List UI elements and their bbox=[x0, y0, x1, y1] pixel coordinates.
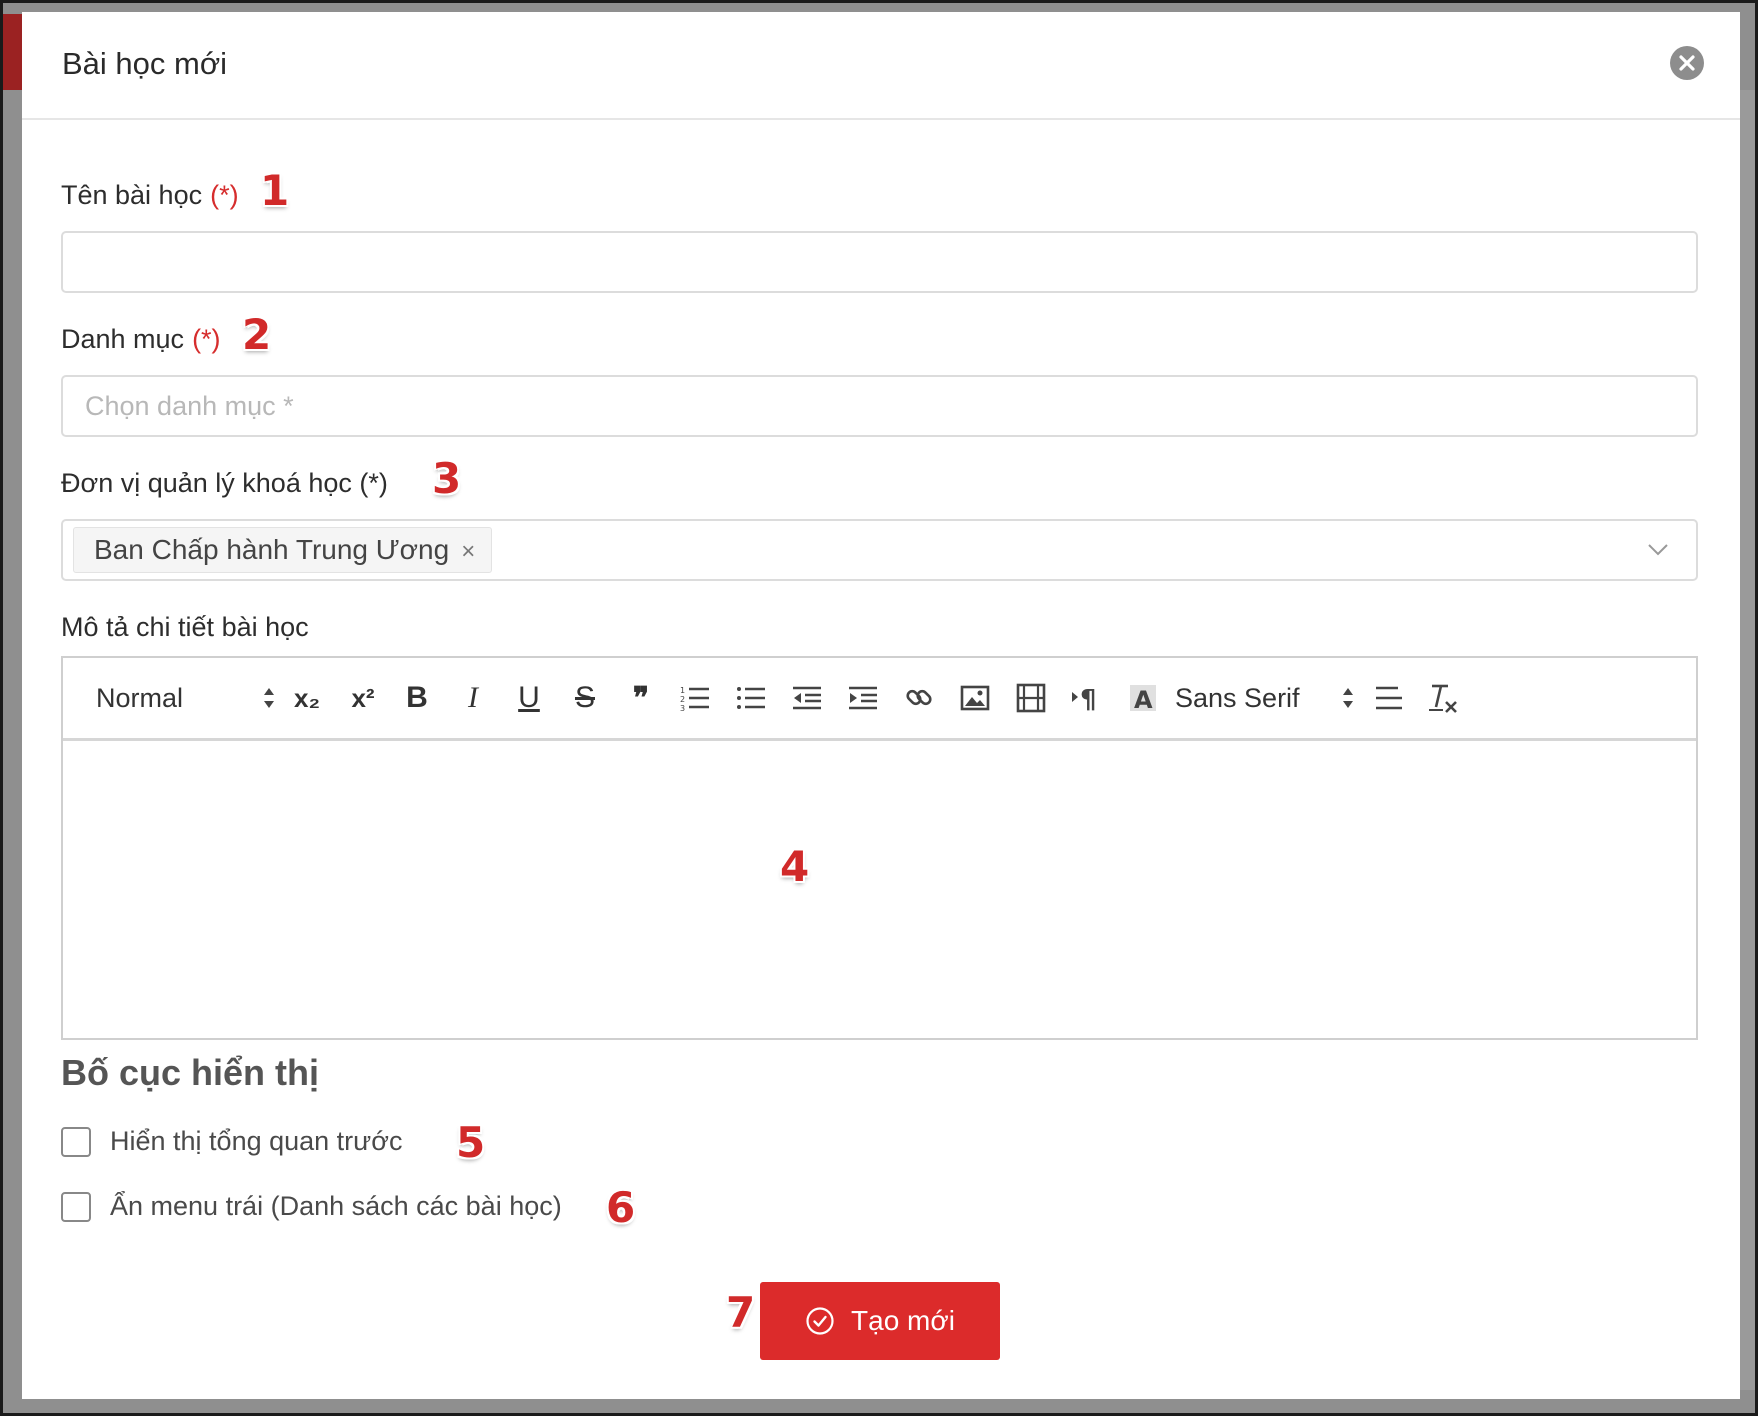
selected-unit-tag-text: Ban Chấp hành Trung Ương bbox=[94, 534, 450, 565]
step-marker-7: 7 bbox=[726, 1288, 756, 1337]
clear-formatting-button[interactable] bbox=[1425, 680, 1461, 716]
create-button-label: Tạo mới bbox=[851, 1305, 955, 1336]
blockquote-icon: ❞ bbox=[632, 681, 650, 715]
svg-text:2: 2 bbox=[680, 695, 685, 704]
clear-formatting-icon bbox=[1429, 684, 1457, 713]
select-arrows-icon bbox=[264, 688, 274, 708]
indent-button[interactable] bbox=[845, 680, 881, 716]
strikethrough-icon: S bbox=[574, 681, 595, 714]
managing-unit-select[interactable]: Ban Chấp hành Trung Ương × bbox=[61, 519, 1698, 581]
show-overview-label: Hiển thị tổng quan trước bbox=[110, 1126, 403, 1156]
close-icon bbox=[1679, 55, 1695, 71]
header-format-value: Normal bbox=[96, 682, 184, 713]
hide-left-menu-label: Ẩn menu trái (Danh sách các bài học) bbox=[110, 1191, 562, 1221]
category-label-text: Danh mục bbox=[61, 324, 185, 354]
rich-text-editor: Normal x₂ x² B I U S ❞ 1 2 3 ¶ A Sans Se… bbox=[61, 656, 1698, 1040]
subscript-icon: x₂ bbox=[293, 682, 320, 713]
step-marker-4: 4 bbox=[780, 842, 810, 891]
italic-button[interactable]: I bbox=[455, 680, 491, 716]
bullet-list-button[interactable] bbox=[733, 680, 769, 716]
background-page-edge bbox=[1740, 90, 1755, 1390]
required-mark: (*) bbox=[210, 180, 239, 210]
tag-remove-icon[interactable]: × bbox=[461, 538, 475, 565]
check-circle-icon bbox=[806, 1307, 834, 1335]
video-button[interactable] bbox=[1013, 680, 1049, 716]
description-label: Mô tả chi tiết bài học bbox=[61, 612, 309, 642]
show-overview-checkbox[interactable] bbox=[61, 1127, 91, 1157]
modal-title: Bài học mới bbox=[62, 46, 228, 81]
create-button[interactable]: Tạo mới bbox=[760, 1282, 1000, 1360]
svg-text:A: A bbox=[1134, 686, 1153, 713]
svg-text:¶: ¶ bbox=[1080, 685, 1097, 713]
ordered-list-icon: 1 2 3 bbox=[680, 686, 709, 712]
link-icon bbox=[906, 689, 932, 706]
step-marker-2: 2 bbox=[242, 310, 272, 359]
header-format-select[interactable]: Normal bbox=[96, 680, 276, 716]
step-marker-3: 3 bbox=[432, 454, 462, 503]
underline-icon: U bbox=[518, 681, 540, 714]
lesson-name-label: Tên bài học (*) bbox=[61, 180, 239, 211]
managing-unit-label: Đơn vị quản lý khoá học (*) bbox=[61, 468, 388, 498]
strikethrough-button[interactable]: S bbox=[567, 680, 603, 716]
step-marker-1: 1 bbox=[260, 166, 290, 215]
superscript-icon: x² bbox=[351, 682, 375, 713]
text-direction-button[interactable]: ¶ bbox=[1069, 680, 1105, 716]
required-mark: (*) bbox=[192, 324, 221, 354]
category-label: Danh mục (*) bbox=[61, 324, 221, 355]
lesson-name-input[interactable] bbox=[61, 231, 1698, 293]
font-family-select[interactable]: Sans Serif bbox=[1175, 680, 1355, 716]
text-direction-icon: ¶ bbox=[1072, 685, 1097, 713]
underline-button[interactable]: U bbox=[511, 680, 547, 716]
svg-text:3: 3 bbox=[680, 704, 685, 712]
subscript-button[interactable]: x₂ bbox=[285, 680, 329, 716]
link-button[interactable] bbox=[901, 680, 937, 716]
background-header-strip bbox=[3, 14, 23, 90]
lesson-name-label-text: Tên bài học bbox=[61, 180, 203, 210]
align-button[interactable] bbox=[1371, 680, 1407, 716]
step-marker-6: 6 bbox=[606, 1183, 636, 1232]
image-button[interactable] bbox=[957, 680, 993, 716]
indent-icon bbox=[849, 686, 877, 710]
hide-left-menu-checkbox[interactable] bbox=[61, 1192, 91, 1222]
chevron-down-icon bbox=[1648, 544, 1668, 556]
step-marker-5: 5 bbox=[456, 1118, 486, 1167]
new-lesson-modal: Bài học mới Tên bài học (*) 1 Danh mục (*)… bbox=[22, 12, 1740, 1399]
close-button[interactable] bbox=[1670, 46, 1704, 80]
outdent-icon bbox=[793, 686, 821, 710]
bold-button[interactable]: B bbox=[399, 680, 435, 716]
bold-icon: B bbox=[406, 681, 428, 714]
font-family-value: Sans Serif bbox=[1175, 682, 1300, 713]
editor-toolbar: Normal x₂ x² B I U S ❞ 1 2 3 ¶ A Sans Se… bbox=[63, 658, 1696, 741]
svg-text:1: 1 bbox=[680, 686, 685, 695]
ordered-list-button[interactable]: 1 2 3 bbox=[677, 680, 713, 716]
italic-icon: I bbox=[468, 681, 478, 714]
background-color-button[interactable]: A bbox=[1125, 680, 1161, 716]
modal-header: Bài học mới bbox=[22, 12, 1740, 120]
outdent-button[interactable] bbox=[789, 680, 825, 716]
layout-section-title: Bố cục hiển thị bbox=[61, 1052, 320, 1093]
background-color-icon: A bbox=[1130, 685, 1156, 713]
editor-content-area[interactable] bbox=[63, 741, 1696, 1038]
category-select[interactable] bbox=[61, 375, 1698, 437]
image-icon bbox=[960, 685, 990, 711]
video-icon bbox=[1016, 683, 1046, 713]
selected-unit-tag: Ban Chấp hành Trung Ương × bbox=[73, 527, 493, 573]
select-arrows-icon bbox=[1343, 688, 1353, 708]
superscript-button[interactable]: x² bbox=[341, 680, 385, 716]
bullet-list-icon bbox=[737, 687, 765, 709]
align-left-icon bbox=[1376, 686, 1402, 710]
blockquote-button[interactable]: ❞ bbox=[623, 680, 659, 716]
